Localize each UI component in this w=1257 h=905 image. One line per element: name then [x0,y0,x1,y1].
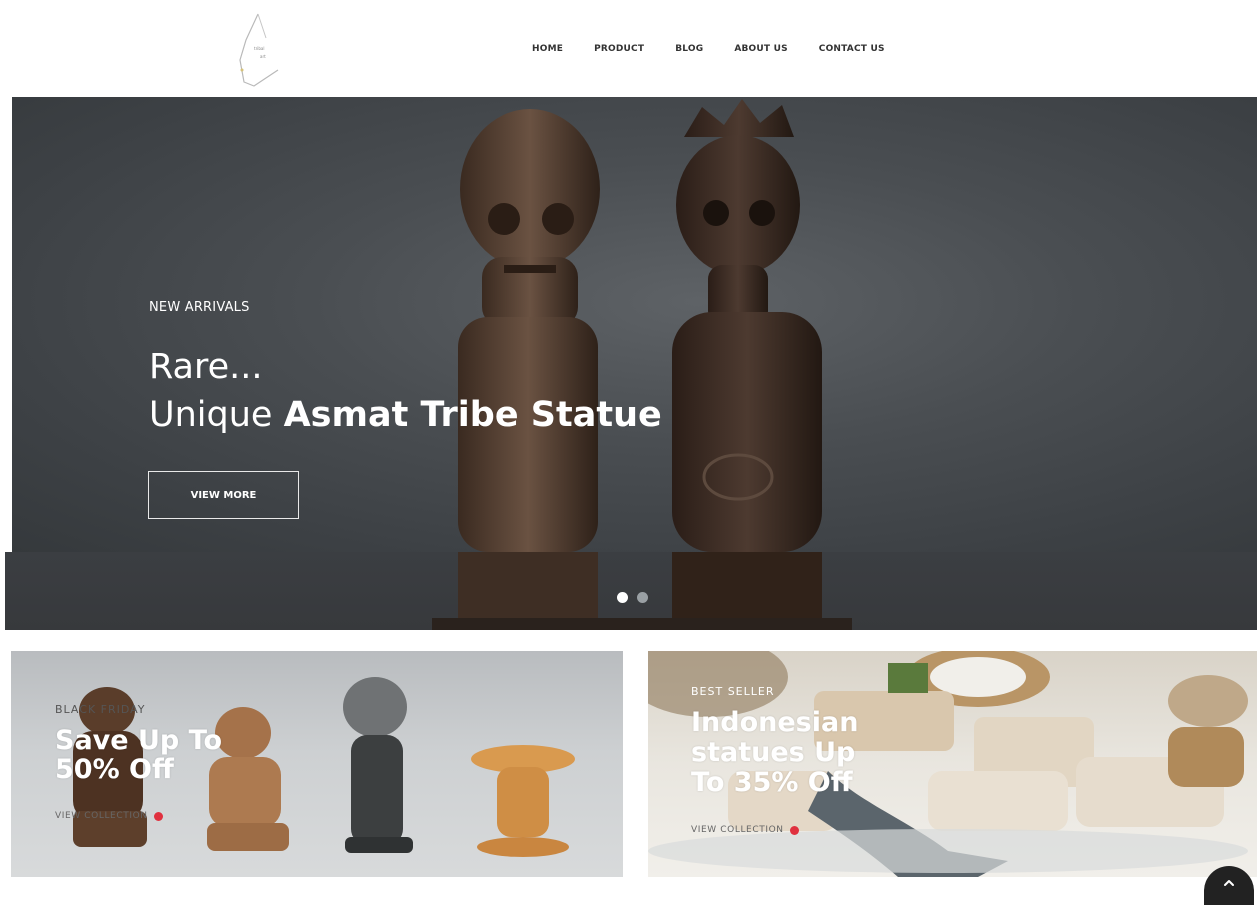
nav-product[interactable]: PRODUCT [594,44,644,54]
black-friday-view-collection-link[interactable]: VIEW COLLECTION [55,811,163,821]
svg-text:art: art [260,54,266,59]
nav-about-us[interactable]: ABOUT US [734,44,787,54]
promo-banner-black-friday[interactable]: BLACK FRIDAY Save Up To 50% Off VIEW COL… [11,651,623,877]
hero-kicker: NEW ARRIVALS [149,300,250,315]
hero-statues-base-image [432,552,852,630]
best-seller-title-line3: To 35% Off [691,767,853,798]
logo-icon: tribal art [239,13,279,87]
chevron-up-icon [1224,880,1234,886]
nav-contact-us[interactable]: CONTACT US [819,44,885,54]
slider-dot-1[interactable] [617,592,628,603]
hero-title-bold: Asmat Tribe Statue [283,395,662,435]
best-seller-title-line1: Indonesian [691,707,859,738]
best-seller-title-line2: statues Up [691,737,856,768]
svg-text:tribal: tribal [254,46,264,51]
slider-dot-2[interactable] [637,592,648,603]
main-nav: HOME PRODUCT BLOG ABOUT US CONTACT US [532,44,916,54]
black-friday-title-line2: 50% Off [55,754,174,785]
hero-background: NEW ARRIVALS Rare... Unique Asmat Tribe … [12,97,1257,552]
nav-blog[interactable]: BLOG [675,44,703,54]
black-friday-kicker: BLACK FRIDAY [55,703,146,716]
red-dot-icon [153,811,163,821]
nav-home[interactable]: HOME [532,44,563,54]
red-dot-icon [789,825,799,835]
hero-bottom-strip [5,552,1257,630]
best-seller-kicker: BEST SELLER [691,685,775,698]
slider-dots [617,592,648,603]
best-seller-link-label: VIEW COLLECTION [691,825,784,835]
hero-title-regular: Unique [149,395,284,435]
best-seller-view-collection-link[interactable]: VIEW COLLECTION [691,825,799,835]
black-friday-title-line1: Save Up To [55,725,223,756]
promo-banner-best-seller[interactable]: BEST SELLER Indonesian statues Up To 35%… [648,651,1257,877]
site-logo[interactable]: tribal art [228,10,290,88]
black-friday-link-label: VIEW COLLECTION [55,811,148,821]
view-more-button[interactable]: VIEW MORE [148,471,299,519]
hero-title-line1: Rare... [149,347,263,387]
hero-title-line2: Unique Asmat Tribe Statue [149,393,662,437]
